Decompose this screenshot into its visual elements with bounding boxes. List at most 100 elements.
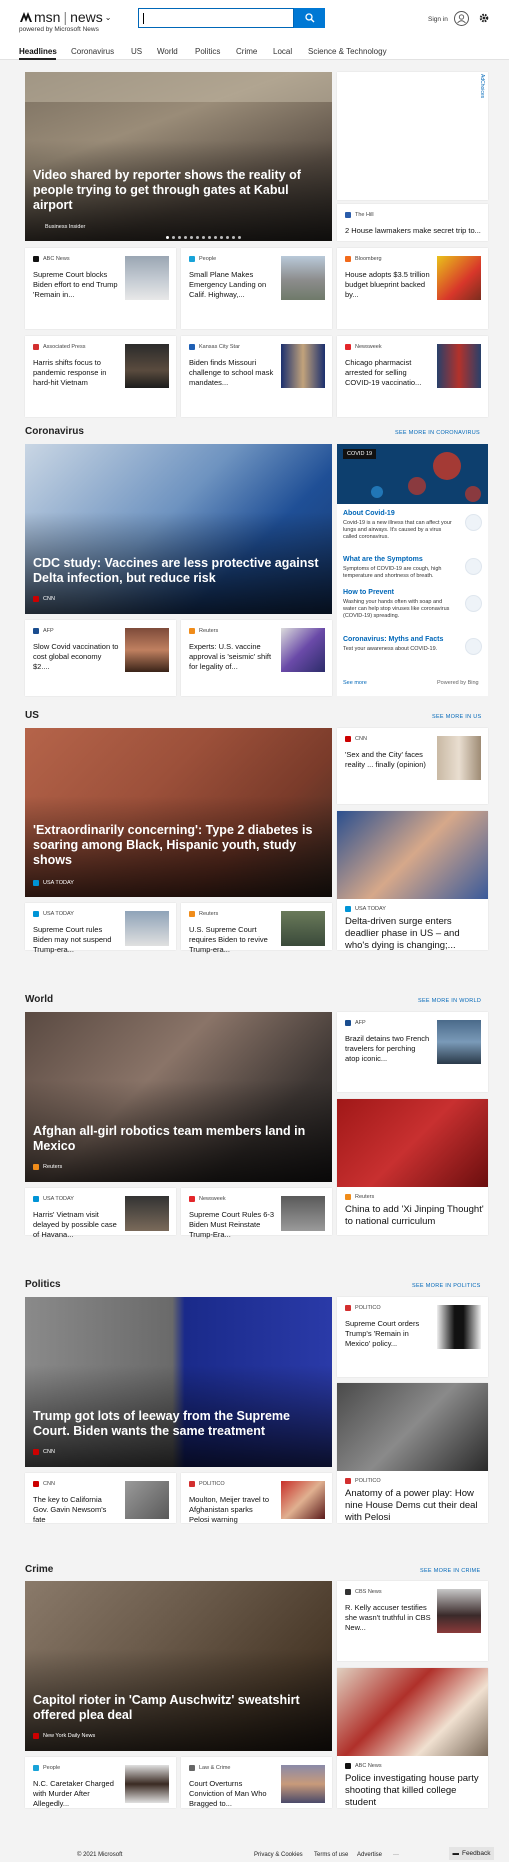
msn-logo[interactable]: msn | news ⌄ — [19, 9, 111, 25]
see-more-crime[interactable]: SEE MORE IN CRIME — [420, 1568, 480, 1574]
quiz-icon[interactable] — [465, 638, 482, 655]
card-thumbnail — [281, 911, 325, 946]
world-card-1[interactable]: USA TODAY Harris' Vietnam visit delayed … — [25, 1188, 176, 1239]
footer-more-button[interactable]: ··· — [393, 1852, 399, 1858]
covid-answer-3: Washing your hands often with soap and w… — [343, 599, 450, 619]
politics-big-card[interactable]: POLITICO Anatomy of a power play: How ni… — [337, 1383, 488, 1523]
politics-hero-card[interactable]: Trump got lots of leeway from the Suprem… — [25, 1297, 332, 1467]
nav-politics[interactable]: Politics — [195, 47, 220, 56]
card-title: Supreme Court Rules 6-3 Biden Must Reins… — [189, 1210, 275, 1239]
nav-local[interactable]: Local — [273, 47, 292, 56]
headline-card-5[interactable]: Kansas City Star Biden finds Missouri ch… — [181, 336, 332, 417]
carousel-dots[interactable] — [166, 236, 241, 239]
search-input[interactable] — [138, 8, 294, 28]
card-thumbnail — [281, 344, 325, 388]
world-side-card[interactable]: AFP Brazil detains two French travelers … — [337, 1012, 488, 1092]
hero-title: Trump got lots of leeway from the Suprem… — [33, 1409, 290, 1438]
world-big-card[interactable]: Reuters China to add 'Xi Jinping Thought… — [337, 1099, 488, 1235]
section-name[interactable]: news — [70, 9, 103, 25]
coronavirus-card-1[interactable]: AFP Slow Covid vaccination to cost globa… — [25, 620, 176, 696]
covid-question-3[interactable]: How to Prevent — [343, 589, 394, 596]
nav-headlines[interactable]: Headlines — [19, 47, 57, 56]
hero-title: Capitol rioter in 'Camp Auschwitz' sweat… — [33, 1693, 300, 1722]
card-title: Small Plane Makes Emergency Landing on C… — [189, 270, 267, 299]
politics-card-2[interactable]: POLITICO Moulton, Meijer travel to Afgha… — [181, 1473, 332, 1524]
chevron-down-icon[interactable]: ⌄ — [105, 13, 112, 22]
us-card-1[interactable]: USA TODAY Supreme Court rules Biden may … — [25, 903, 176, 954]
nav-crime[interactable]: Crime — [236, 47, 257, 56]
card-source: Associated Press — [43, 344, 86, 350]
covid-see-more[interactable]: See more — [343, 680, 367, 686]
coronavirus-hero-card[interactable]: CDC study: Vaccines are less protective … — [25, 444, 332, 614]
section-title-world[interactable]: World — [25, 994, 53, 1005]
card-source: Newsweek — [199, 1196, 226, 1202]
us-big-card[interactable]: USA TODAY Delta-driven surge enters dead… — [337, 811, 488, 951]
crime-side-card[interactable]: CBS News R. Kelly accuser testifies she … — [337, 1581, 488, 1661]
crime-big-card[interactable]: ABC News Police investigating house part… — [337, 1668, 488, 1808]
brand-name: msn — [34, 9, 61, 25]
headline-card-2[interactable]: People Small Plane Makes Emergency Landi… — [181, 248, 332, 329]
politics-card-1[interactable]: CNN The key to California Gov. Gavin New… — [25, 1473, 176, 1524]
card-title: Slow Covid vaccination to cost global ec… — [33, 642, 119, 671]
ad-choices-label[interactable]: AdChoices — [479, 74, 485, 98]
us-side-card[interactable]: CNN 'Sex and the City' faces reality ...… — [337, 728, 488, 804]
covid-question-4[interactable]: Coronavirus: Myths and Facts — [343, 636, 443, 643]
nav-science-technology[interactable]: Science & Technology — [308, 47, 387, 56]
coronavirus-card-2[interactable]: Reuters Experts: U.S. vaccine approval i… — [181, 620, 332, 696]
search-button[interactable] — [294, 8, 325, 28]
footer-terms-link[interactable]: Terms of use — [314, 1852, 348, 1858]
footer-advertise-link[interactable]: Advertise — [357, 1852, 382, 1858]
headline-card-6[interactable]: Newsweek Chicago pharmacist arrested for… — [337, 336, 488, 417]
hero-source: CNN — [43, 596, 55, 602]
nav-us[interactable]: US — [131, 47, 142, 56]
card-thumbnail — [437, 344, 481, 388]
card-source: Reuters — [355, 1194, 375, 1200]
covid-question-1[interactable]: About Covid-19 — [343, 510, 395, 517]
ad-slot[interactable] — [337, 72, 488, 200]
world-card-2[interactable]: Newsweek Supreme Court Rules 6-3 Biden M… — [181, 1188, 332, 1239]
footer: © 2021 Microsoft Privacy & Cookies Terms… — [0, 1848, 509, 1862]
crime-hero-card[interactable]: Capitol rioter in 'Camp Auschwitz' sweat… — [25, 1581, 332, 1751]
handwash-icon[interactable] — [465, 595, 482, 612]
symptoms-icon[interactable] — [465, 558, 482, 575]
text-cursor — [143, 13, 144, 24]
nav-coronavirus[interactable]: Coronavirus — [71, 47, 114, 56]
crime-card-1[interactable]: People N.C. Caretaker Charged with Murde… — [25, 1757, 176, 1808]
headline-side-card[interactable]: The Hill 2 House lawmakers make secret t… — [337, 204, 488, 241]
gear-icon[interactable] — [478, 12, 490, 24]
section-title-politics[interactable]: Politics — [25, 1279, 61, 1290]
us-hero-card[interactable]: 'Extraordinarily concerning': Type 2 dia… — [25, 728, 332, 897]
card-source: Bloomberg — [355, 256, 382, 262]
world-hero-card[interactable]: Afghan all-girl robotics team members la… — [25, 1012, 332, 1182]
headline-card-4[interactable]: Associated Press Harris shifts focus to … — [25, 336, 176, 417]
hero-source: Reuters — [43, 1164, 63, 1170]
footer-privacy-link[interactable]: Privacy & Cookies — [254, 1852, 303, 1858]
see-more-politics[interactable]: SEE MORE IN POLITICS — [412, 1283, 481, 1289]
section-title-crime[interactable]: Crime — [25, 1564, 53, 1575]
see-more-coronavirus[interactable]: SEE MORE IN CORONAVIRUS — [395, 430, 480, 436]
section-title-us[interactable]: US — [25, 710, 39, 721]
info-icon[interactable] — [465, 514, 482, 531]
headline-card-1[interactable]: ABC News Supreme Court blocks Biden effo… — [25, 248, 176, 329]
headline-hero-card[interactable]: Video shared by reporter shows the reali… — [25, 72, 332, 241]
see-more-us[interactable]: SEE MORE IN US — [432, 714, 481, 720]
card-title: Biden finds Missouri challenge to school… — [189, 358, 274, 387]
signin-link[interactable]: Sign in — [428, 16, 448, 23]
crime-card-2[interactable]: Law & Crime Court Overturns Conviction o… — [181, 1757, 332, 1808]
section-title-coronavirus[interactable]: Coronavirus — [25, 426, 84, 437]
feedback-label: Feedback — [461, 1850, 491, 1857]
card-source: USA TODAY — [43, 1196, 74, 1202]
card-title: Supreme Court rules Biden may not suspen… — [33, 925, 112, 954]
see-more-world[interactable]: SEE MORE IN WORLD — [418, 998, 481, 1004]
card-thumbnail — [125, 1196, 169, 1231]
user-icon[interactable] — [454, 11, 469, 26]
covid-question-2[interactable]: What are the Symptoms — [343, 556, 423, 563]
feedback-button[interactable]: ▬ Feedback — [449, 1847, 494, 1860]
card-title: China to add 'Xi Jinping Thought' to nat… — [345, 1204, 484, 1227]
card-source: ABC News — [355, 1763, 382, 1769]
nav-world[interactable]: World — [157, 47, 178, 56]
headline-card-3[interactable]: Bloomberg House adopts $3.5 trillion bud… — [337, 248, 488, 329]
politics-side-card[interactable]: POLITICO Supreme Court orders Trump's 'R… — [337, 1297, 488, 1377]
us-card-2[interactable]: Reuters U.S. Supreme Court requires Bide… — [181, 903, 332, 954]
card-source: AFP — [43, 628, 54, 634]
